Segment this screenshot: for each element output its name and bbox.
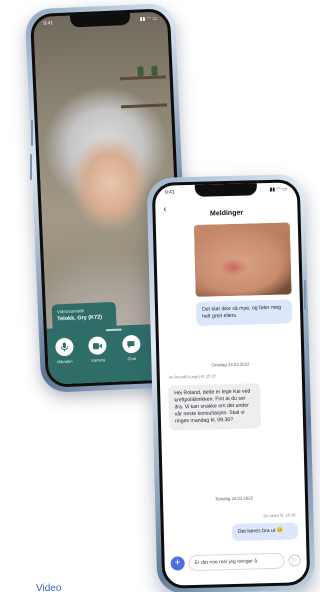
chat-label: Chat xyxy=(127,355,137,362)
call-type-label: Videosamtale xyxy=(56,308,85,315)
message-input[interactable]: Er det noe mer jeg trenger å xyxy=(188,552,285,572)
camera-label: Kamera xyxy=(91,357,106,363)
outgoing-message: Det høres bra ut 😊 xyxy=(231,522,299,542)
page-title: Meldinger xyxy=(209,209,244,218)
status-icons: ▮▮ ◠ ▭ xyxy=(269,186,288,193)
background-plant xyxy=(151,65,158,76)
camera-button[interactable]: Kamera xyxy=(88,336,108,363)
power-button xyxy=(304,280,306,310)
chat-icon xyxy=(121,334,141,354)
camera-icon xyxy=(88,336,108,355)
chat-button[interactable]: Chat xyxy=(121,334,141,362)
background-plant xyxy=(137,66,144,77)
date-separator: Torsdag 24.03.2022 xyxy=(214,495,254,502)
date-separator: Onsdag 23.03.2022 xyxy=(211,361,250,368)
section-caption: Video xyxy=(36,583,62,592)
message-composer: + Er det noe mer jeg trenger å ▷ xyxy=(170,550,301,573)
message-meta: Av Brendil (Lege) kl. 10:22 xyxy=(168,373,216,380)
caller-name: Telokk, Gry (K72) xyxy=(57,314,103,323)
messages-header: ‹ Meldinger xyxy=(155,200,297,220)
outgoing-message: Det klør ikke så mye, og føler meg helt … xyxy=(195,299,293,326)
mic-icon xyxy=(54,337,74,357)
add-attachment-button[interactable]: + xyxy=(170,556,185,571)
send-icon[interactable]: ▷ xyxy=(288,554,301,567)
status-time: 9:41 xyxy=(43,20,54,27)
messages-screen: 9:41 ▮▮ ◠ ▭ ‹ Meldinger Det klør ikke så… xyxy=(151,179,311,589)
status-time: 9:41 xyxy=(164,189,175,196)
back-chevron-icon[interactable]: ‹ xyxy=(163,204,166,214)
volume-button xyxy=(30,154,32,180)
attached-skin-photo[interactable] xyxy=(193,222,292,297)
incoming-message: Hei Roland, dette er lege Kai ved kreftp… xyxy=(168,383,262,431)
status-icons: ▮▮ ◠ ▭ xyxy=(139,15,158,23)
volume-button xyxy=(31,120,33,146)
message-meta: Du skrev kl. 10:16 xyxy=(263,512,296,519)
microphone-button[interactable]: Mikrofon xyxy=(54,337,74,365)
microphone-label: Mikrofon xyxy=(57,358,73,365)
drag-handle[interactable] xyxy=(105,328,122,332)
messages-phone: 9:41 ▮▮ ◠ ▭ ‹ Meldinger Det klør ikke så… xyxy=(146,174,316,592)
